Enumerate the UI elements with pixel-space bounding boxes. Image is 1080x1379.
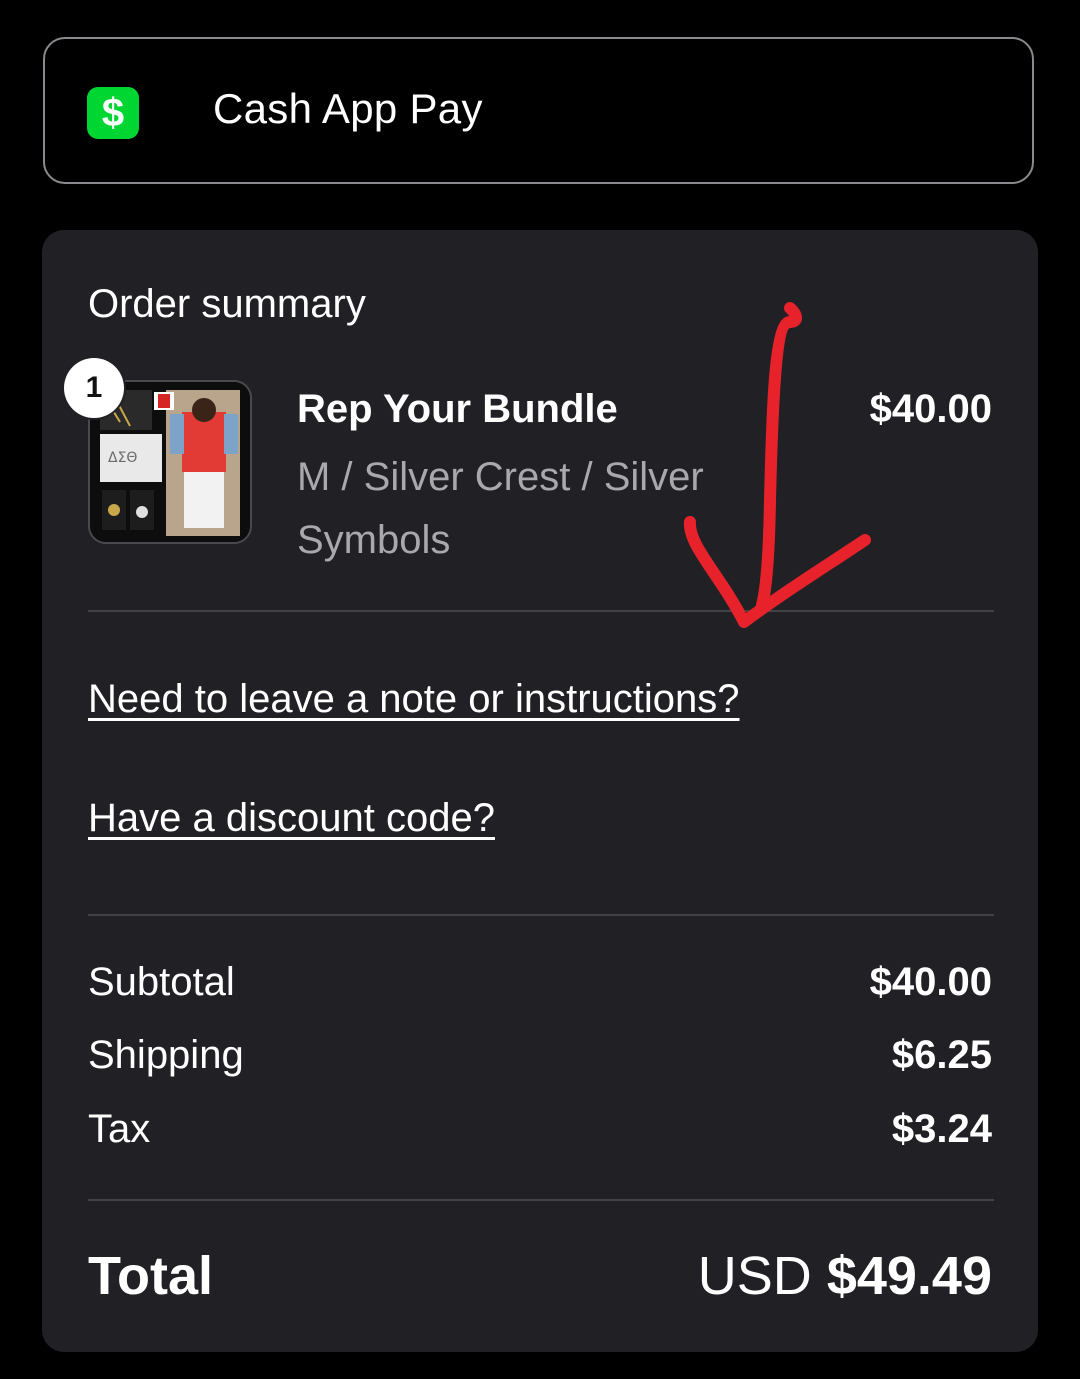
total-amount: $49.49	[826, 1246, 992, 1306]
cash-app-logo-icon: $	[87, 87, 139, 139]
divider	[88, 610, 994, 612]
shipping-value: $6.25	[891, 1033, 992, 1077]
tax-value: $3.24	[891, 1107, 992, 1151]
shipping-label: Shipping	[88, 1033, 244, 1077]
total-label: Total	[88, 1246, 213, 1306]
order-summary-panel: Order summary ΔΣΘ 1 Rep Your Bundle M / …	[42, 230, 1038, 1352]
note-instructions-link[interactable]: Need to leave a note or instructions?	[88, 677, 740, 722]
subtotal-value: $40.00	[869, 960, 992, 1004]
divider	[88, 1199, 994, 1201]
total-value: USD $49.49	[698, 1245, 992, 1307]
order-summary-title: Order summary	[88, 282, 366, 326]
svg-text:ΔΣΘ: ΔΣΘ	[108, 450, 137, 466]
item-price: $40.00	[869, 387, 992, 431]
item-variant: M / Silver Crest / Silver Symbols	[297, 455, 704, 562]
quantity-badge: 1	[64, 358, 124, 418]
item-name: Rep Your Bundle	[297, 387, 618, 431]
subtotal-label: Subtotal	[88, 960, 235, 1004]
checkout-page: $ Cash App Pay Order summary ΔΣΘ 1 Rep Y…	[0, 0, 1080, 1379]
cash-app-pay-option[interactable]: $ Cash App Pay	[43, 37, 1034, 184]
discount-code-link[interactable]: Have a discount code?	[88, 796, 495, 841]
divider	[88, 914, 994, 916]
payment-option-label: Cash App Pay	[213, 85, 483, 132]
tax-label: Tax	[88, 1107, 151, 1151]
total-currency: USD	[697, 1246, 812, 1306]
